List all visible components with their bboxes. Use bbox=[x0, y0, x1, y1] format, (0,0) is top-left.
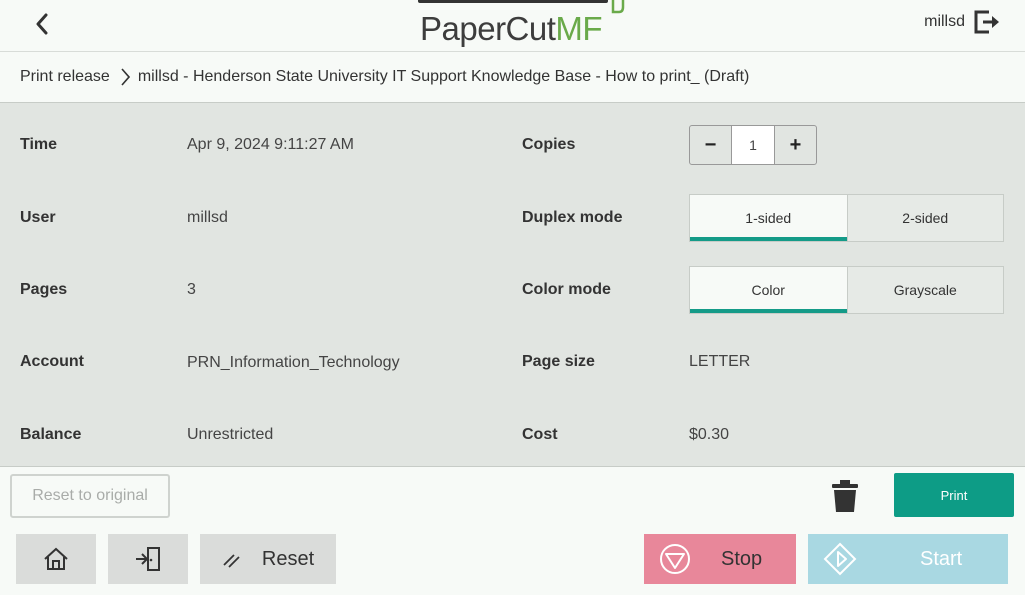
duplex-toggle: 1-sided 2-sided bbox=[689, 194, 1004, 242]
time-value: Apr 9, 2024 9:11:27 AM bbox=[187, 136, 354, 153]
start-label: Start bbox=[920, 547, 963, 570]
duplex-option-1-sided[interactable]: 1-sided bbox=[690, 195, 847, 241]
start-icon bbox=[823, 542, 857, 576]
reset-button[interactable]: Reset bbox=[200, 534, 336, 584]
copies-input[interactable]: 1 bbox=[731, 126, 775, 164]
exit-door-icon bbox=[136, 547, 160, 571]
papercut-logo: PaperCutMF bbox=[420, 10, 603, 47]
logo-leaf-icon bbox=[611, 0, 625, 14]
home-button[interactable] bbox=[16, 534, 96, 584]
job-details: Time Apr 9, 2024 9:11:27 AM User millsd … bbox=[0, 103, 1025, 467]
color-mode-toggle: Color Grayscale bbox=[689, 266, 1004, 314]
logo-bar bbox=[418, 0, 608, 3]
back-arrow-icon bbox=[36, 13, 48, 35]
cost-label: Cost bbox=[522, 426, 558, 443]
pages-value: 3 bbox=[187, 281, 196, 298]
pages-label: Pages bbox=[20, 281, 68, 298]
balance-value: Unrestricted bbox=[187, 426, 274, 443]
color-option-color[interactable]: Color bbox=[690, 267, 847, 313]
start-button[interactable]: Start bbox=[808, 534, 1008, 584]
stop-label: Stop bbox=[721, 547, 763, 570]
page-size-label: Page size bbox=[522, 353, 595, 370]
account-label: Account bbox=[20, 353, 84, 370]
print-button[interactable]: Print bbox=[894, 473, 1014, 517]
reset-label: Reset bbox=[261, 547, 315, 570]
logout-icon bbox=[974, 10, 999, 34]
breadcrumb-current: millsd - Henderson State University IT S… bbox=[137, 68, 750, 85]
stop-icon bbox=[660, 544, 690, 574]
back-button[interactable] bbox=[26, 8, 58, 40]
copies-increment-button[interactable]: + bbox=[775, 126, 816, 164]
copies-stepper: − 1 + bbox=[689, 125, 817, 165]
reset-slash-icon bbox=[223, 554, 240, 568]
cost-value: $0.30 bbox=[689, 426, 730, 443]
home-icon bbox=[44, 547, 68, 570]
color-option-grayscale[interactable]: Grayscale bbox=[846, 267, 1003, 313]
exit-button[interactable] bbox=[108, 534, 188, 584]
color-mode-label: Color mode bbox=[522, 281, 611, 298]
header-username: millsd bbox=[924, 13, 965, 30]
breadcrumb: Print release millsd - Henderson State U… bbox=[0, 52, 1025, 103]
page-size-value: LETTER bbox=[689, 353, 751, 370]
user-label: User bbox=[20, 209, 56, 226]
breadcrumb-root[interactable]: Print release bbox=[20, 68, 110, 86]
time-label: Time bbox=[20, 136, 58, 153]
header: PaperCutMF millsd bbox=[0, 0, 1025, 52]
copies-label: Copies bbox=[522, 136, 576, 153]
stop-button[interactable]: Stop bbox=[644, 534, 796, 584]
reset-to-original-button[interactable]: Reset to original bbox=[10, 474, 170, 518]
user-value: millsd bbox=[187, 209, 228, 226]
chevron-right-icon bbox=[116, 67, 134, 87]
duplex-option-2-sided[interactable]: 2-sided bbox=[846, 195, 1003, 241]
trash-icon[interactable] bbox=[830, 479, 860, 513]
duplex-label: Duplex mode bbox=[522, 209, 623, 226]
copies-decrement-button[interactable]: − bbox=[690, 126, 731, 164]
balance-label: Balance bbox=[20, 426, 82, 443]
account-value: PRN_Information_Technology bbox=[187, 354, 400, 371]
logout-button[interactable] bbox=[973, 9, 1005, 37]
